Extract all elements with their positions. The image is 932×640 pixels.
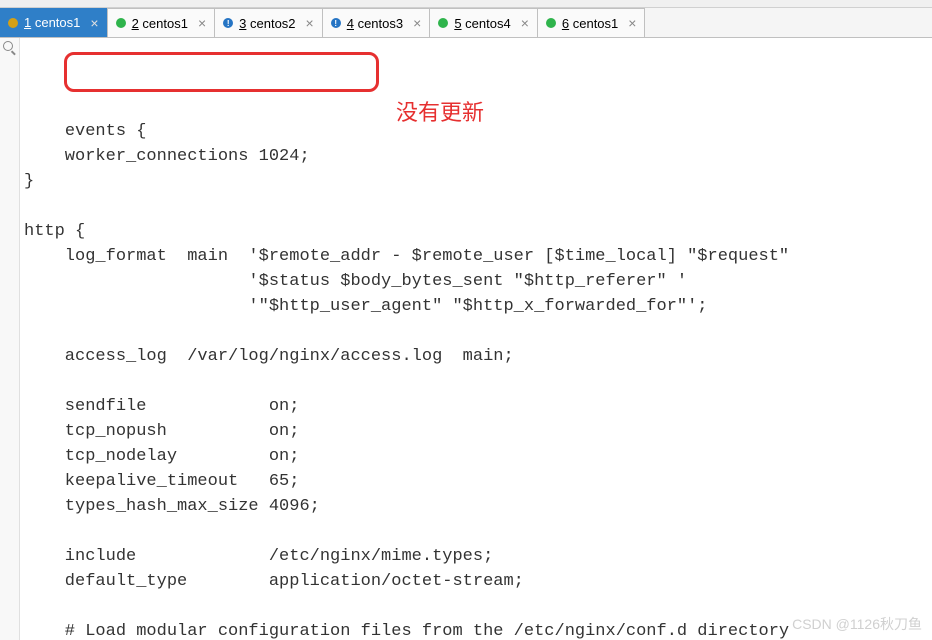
tab-centos1-2[interactable]: 2 centos1 × (108, 8, 216, 37)
tab-centos2-3[interactable]: ! 3 centos2 × (215, 8, 323, 37)
tab-label: 3 centos2 (239, 16, 295, 31)
annotation-text: 没有更新 (396, 100, 484, 125)
tab-label: 5 centos4 (454, 16, 510, 31)
close-icon[interactable]: × (90, 15, 98, 31)
content-area: 没有更新 events { worker_connections 1024; }… (0, 38, 932, 640)
tab-centos4-5[interactable]: 5 centos4 × (430, 8, 538, 37)
tab-centos3-4[interactable]: ! 4 centos3 × (323, 8, 431, 37)
close-icon[interactable]: × (306, 15, 314, 31)
close-icon[interactable]: × (413, 15, 421, 31)
window-top-border (0, 0, 932, 8)
close-icon[interactable]: × (198, 15, 206, 31)
status-dot-icon (116, 18, 126, 28)
close-icon[interactable]: × (521, 15, 529, 31)
highlight-box (64, 52, 379, 92)
status-dot-icon (438, 18, 448, 28)
status-dot-icon (546, 18, 556, 28)
status-dot-icon (8, 18, 18, 28)
info-icon: ! (223, 18, 233, 28)
tab-label: 6 centos1 (562, 16, 618, 31)
tab-label: 2 centos1 (132, 16, 188, 31)
code-content: events { worker_connections 1024; } http… (24, 122, 789, 640)
close-icon[interactable]: × (628, 15, 636, 31)
tab-label: 4 centos3 (347, 16, 403, 31)
editor-gutter (0, 38, 20, 640)
tab-bar: 1 centos1 × 2 centos1 ×! 3 centos2 ×! 4 centos… (0, 8, 932, 38)
code-editor[interactable]: 没有更新 events { worker_connections 1024; }… (20, 38, 932, 640)
info-icon: ! (331, 18, 341, 28)
tab-label: 1 centos1 (24, 15, 80, 30)
tab-centos1-6[interactable]: 6 centos1 × (538, 8, 646, 37)
search-icon[interactable] (3, 41, 16, 54)
tab-centos1-1[interactable]: 1 centos1 × (0, 8, 108, 37)
